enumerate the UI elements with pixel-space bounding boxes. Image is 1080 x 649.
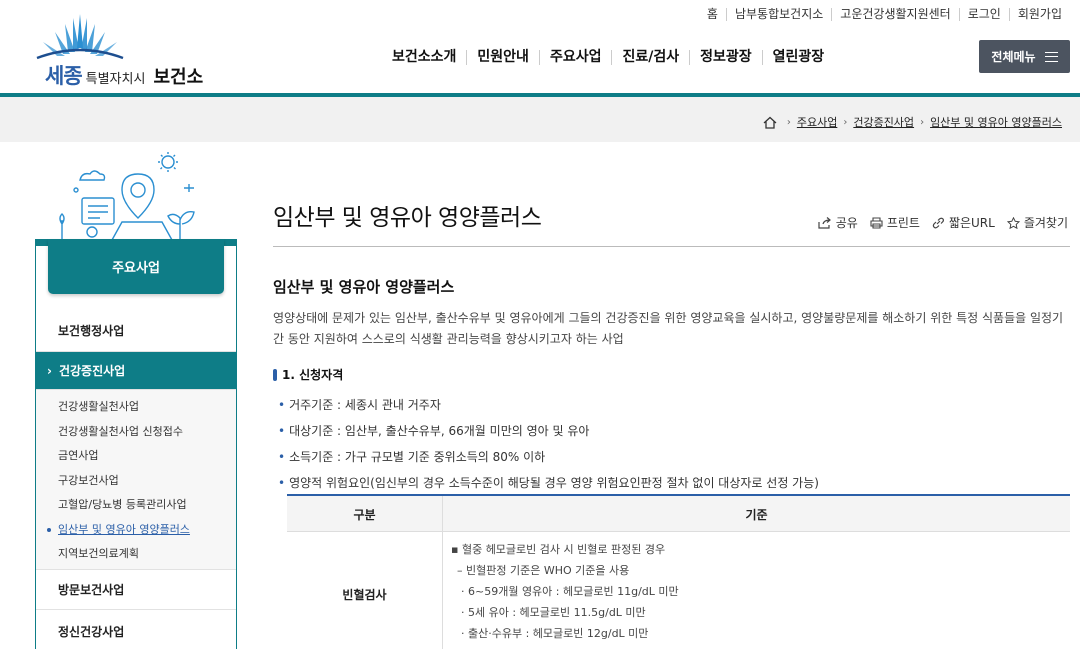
sejong-emblem-icon [36,14,124,60]
table-cell-line: · 6~59개월 영유아 : 헤모글로빈 11g/dL 미만 [461,585,679,598]
gnb-civil[interactable]: 민원안내 [466,50,539,65]
table-cell-line: · 출산·수유부 : 헤모글로빈 12g/dL 미만 [461,627,649,640]
sidebar-item-visiting[interactable]: 방문보건사업 [36,570,236,610]
print-button[interactable]: 프린트 [870,214,920,231]
sidebar: 보건행정사업 › 건강증진사업 건강생활실천사업 건강생활실천사업 신청접수 금… [35,246,237,649]
criteria-item: 영양적 위험요인(임신부의 경우 소득수준이 해당될 경우 영양 위험요인판정 … [278,474,819,491]
sidebar-item-label: 건강증진사업 [58,364,126,378]
chevron-right-icon: › [47,363,52,378]
submenu-item[interactable]: 구강보건사업 [36,474,236,487]
short-url-label: 짧은URL [948,216,995,230]
heading-marker [273,368,277,381]
criteria-item: 소득기준 : 가구 규모별 기준 중위소득의 80% 이하 [278,448,545,465]
short-url-button[interactable]: 짧은URL [932,214,995,231]
sidebar-heading: 주요사업 [48,239,224,294]
print-label: 프린트 [886,216,920,230]
table-cell-line: · 5세 유아 : 헤모글로빈 11.5g/dL 미만 [461,606,646,619]
page-title: 임산부 및 영유아 영양플러스 [273,205,542,231]
logo-sejong: 세종 [45,64,83,88]
favorite-label: 즐겨찾기 [1023,216,1068,230]
criteria-item: 대상기준 : 임산부, 출산수유부, 66개월 미만의 영아 및 유아 [278,422,589,439]
health-illustration-icon [59,152,195,241]
site-logo[interactable]: 세종 특별자치시 보건소 [35,12,235,88]
criteria-table: 구분 기준 빈혈검사 ▪ 혈중 헤모글로빈 검사 시 빈혈로 판정된 경우 – … [287,494,1070,649]
sidebar-item-health-promotion[interactable]: › 건강증진사업 [36,352,236,390]
util-south-center-link[interactable]: 남부통합보건지소 [725,8,831,21]
link-icon [932,217,944,228]
logo-special-city: 특별자치시 [85,72,146,87]
breadcrumb-projects[interactable]: 주요사업 [797,114,837,130]
bullet-dot-icon [47,528,51,532]
submenu-item-current[interactable]: 임산부 및 영유아 영양플러스 [36,523,236,536]
chevron-right-icon: › [843,116,848,128]
gnb-projects[interactable]: 주요사업 [538,50,612,65]
section-title: 임산부 및 영유아 영양플러스 [273,278,455,296]
main-nav: 보건소소개 민원안내 주요사업 진료/검사 정보광장 열린광장 [382,50,834,65]
submenu-item[interactable]: 고혈압/당뇨병 등록관리사업 [36,498,236,511]
breadcrumb-current[interactable]: 임산부 및 영유아 영양플러스 [930,114,1062,130]
gnb-open[interactable]: 열린광장 [761,50,835,65]
title-divider [273,246,1070,247]
sidebar-submenu: 건강생활실천사업 건강생활실천사업 신청접수 금연사업 구강보건사업 고혈압/당… [36,390,236,570]
submenu-item[interactable]: 건강생활실천사업 [36,400,236,413]
share-icon [818,216,831,229]
chevron-right-icon: › [920,116,925,128]
criteria-item: 거주기준 : 세종시 관내 거주자 [278,396,441,413]
table-cell-line: – 빈혈판정 기준은 WHO 기준을 사용 [457,564,630,577]
util-signup-link[interactable]: 회원가입 [1008,8,1070,21]
heading-eligibility: 1. 신청자격 [273,366,343,383]
sidebar-item-mental[interactable]: 정신건강사업 [36,610,236,649]
all-menu-button[interactable]: 전체메뉴 [979,40,1070,73]
breadcrumb: › 주요사업 › 건강증진사업 › 임산부 및 영유아 영양플러스 [763,114,1062,130]
table-row-label: 빈혈검사 [287,532,443,649]
submenu-current-label: 임산부 및 영유아 영양플러스 [58,523,190,536]
sidebar-item-admin[interactable]: 보건행정사업 [36,310,236,352]
share-button[interactable]: 공유 [818,214,858,231]
table-header-row: 구분 기준 [287,496,1070,532]
gnb-about[interactable]: 보건소소개 [382,50,466,65]
table-cell-line: ▪ 혈중 헤모글로빈 검사 시 빈혈로 판정된 경우 [451,543,666,556]
section-description: 영양상태에 문제가 있는 임산부, 출산수유부 및 영유아에게 그들의 건강증진… [273,311,1064,346]
share-label: 공유 [835,216,858,230]
gnb-info[interactable]: 정보광장 [689,50,762,65]
breadcrumb-bar: › 주요사업 › 건강증진사업 › 임산부 및 영유아 영양플러스 [0,97,1080,142]
submenu-item[interactable]: 금연사업 [36,449,236,462]
star-icon [1006,216,1020,229]
heading-eligibility-label: 1. 신청자격 [282,368,344,382]
util-login-link[interactable]: 로그인 [958,8,1009,21]
util-home-link[interactable]: 홈 [699,8,726,21]
submenu-item[interactable]: 지역보건의료계획 [36,547,236,560]
home-icon[interactable] [763,116,777,129]
table-header-criteria: 기준 [745,507,768,522]
util-goun-center-link[interactable]: 고운건강생활지원센터 [831,8,958,21]
table-header-category: 구분 [287,496,443,532]
logo-health-center: 보건소 [153,67,204,88]
printer-icon [870,216,883,229]
utility-nav: 홈 남부통합보건지소 고운건강생활지원센터 로그인 회원가입 [699,8,1070,21]
page-actions: 공유 프린트 짧은URL 즐겨찾기 [818,214,1068,231]
all-menu-label: 전체메뉴 [991,50,1036,64]
submenu-item[interactable]: 건강생활실천사업 신청접수 [36,425,236,438]
favorite-button[interactable]: 즐겨찾기 [1006,214,1068,231]
gnb-clinic[interactable]: 진료/검사 [611,50,689,65]
chevron-right-icon: › [786,116,791,128]
breadcrumb-health-promotion[interactable]: 건강증진사업 [853,114,914,130]
hamburger-icon [1044,51,1058,62]
